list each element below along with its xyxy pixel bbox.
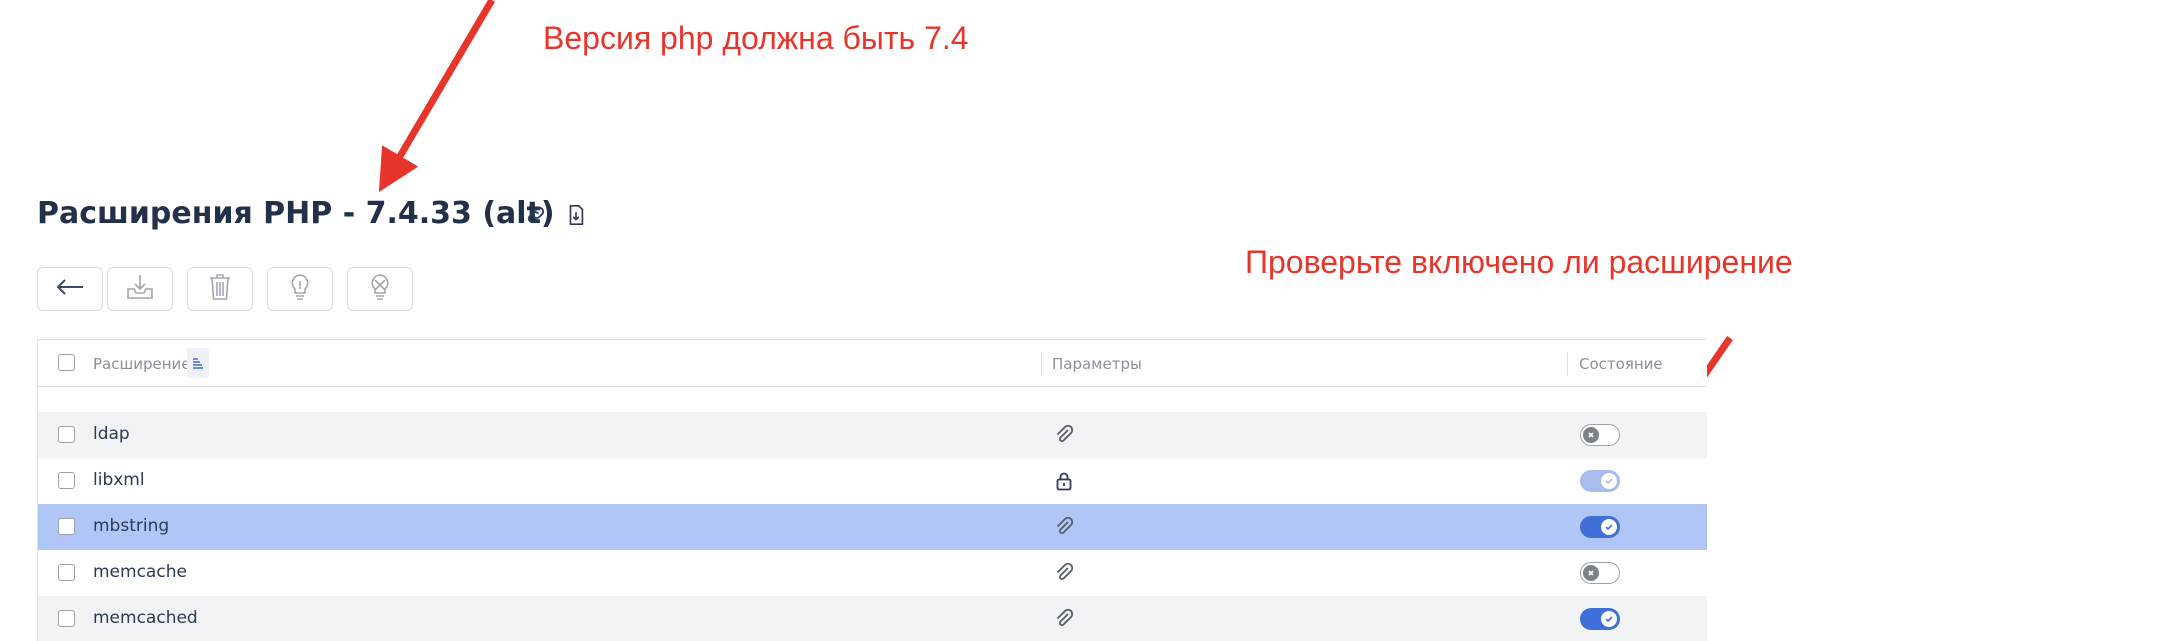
lightbulb-icon [289,273,311,306]
table-row-selected[interactable]: mbstring [38,504,1707,550]
state-toggle[interactable] [1580,424,1620,446]
paperclip-icon[interactable] [1054,424,1074,445]
disable-button[interactable] [347,267,413,311]
column-header-state: Состояние [1579,355,1663,373]
table-row[interactable]: memcache [38,550,1707,596]
state-toggle[interactable] [1580,608,1620,630]
check-icon [1601,611,1617,627]
install-icon [125,273,155,306]
extension-name: libxml [93,470,145,490]
state-toggle[interactable] [1580,562,1620,584]
table-row[interactable]: ldap [38,412,1707,458]
column-header-params: Параметры [1052,355,1142,373]
lightbulb-off-icon [369,273,391,306]
extension-name: memcache [93,562,187,582]
annotation-arrow-1 [378,0,496,193]
install-button[interactable] [107,267,173,311]
extension-name: mbstring [93,516,170,536]
x-icon [1583,427,1599,443]
lock-icon [1054,471,1074,491]
check-icon [1601,473,1617,489]
row-checkbox[interactable] [58,610,75,627]
row-checkbox[interactable] [58,518,75,535]
paperclip-icon[interactable] [1054,562,1074,583]
table-row[interactable]: memcached [38,596,1707,641]
enable-button[interactable] [267,267,333,311]
extension-check-annotation: Проверьте включено ли расширение [1245,244,1793,280]
back-button[interactable] [37,267,103,311]
x-icon [1583,565,1599,581]
extension-name: memcached [93,608,198,628]
paperclip-icon[interactable] [1054,516,1074,537]
export-icon[interactable] [563,202,589,228]
row-checkbox[interactable] [58,472,75,489]
column-divider [1567,352,1568,376]
extensions-table: json ldap libxml mbstring [37,339,1707,641]
row-checkbox[interactable] [58,426,75,443]
back-arrow-icon [55,277,85,302]
paperclip-icon[interactable] [1054,608,1074,629]
sort-icon[interactable] [187,348,209,378]
php-version-annotation: Версия php должна быть 7.4 [543,20,969,56]
extension-name: ldap [93,424,130,444]
select-all-checkbox[interactable] [58,354,75,371]
row-checkbox[interactable] [58,564,75,581]
table-row[interactable]: libxml [38,458,1707,504]
trash-icon [208,273,232,306]
delete-button[interactable] [187,267,253,311]
state-toggle [1580,470,1620,492]
column-header-extension[interactable]: Расширение [93,355,191,373]
page-title: Расширения PHP - 7.4.33 (alt) [37,196,555,231]
column-divider [1041,352,1042,376]
state-toggle[interactable] [1580,516,1620,538]
check-icon [1601,519,1617,535]
link-icon[interactable] [523,202,549,228]
table-header: Расширение Параметры Состояние [38,340,1707,387]
